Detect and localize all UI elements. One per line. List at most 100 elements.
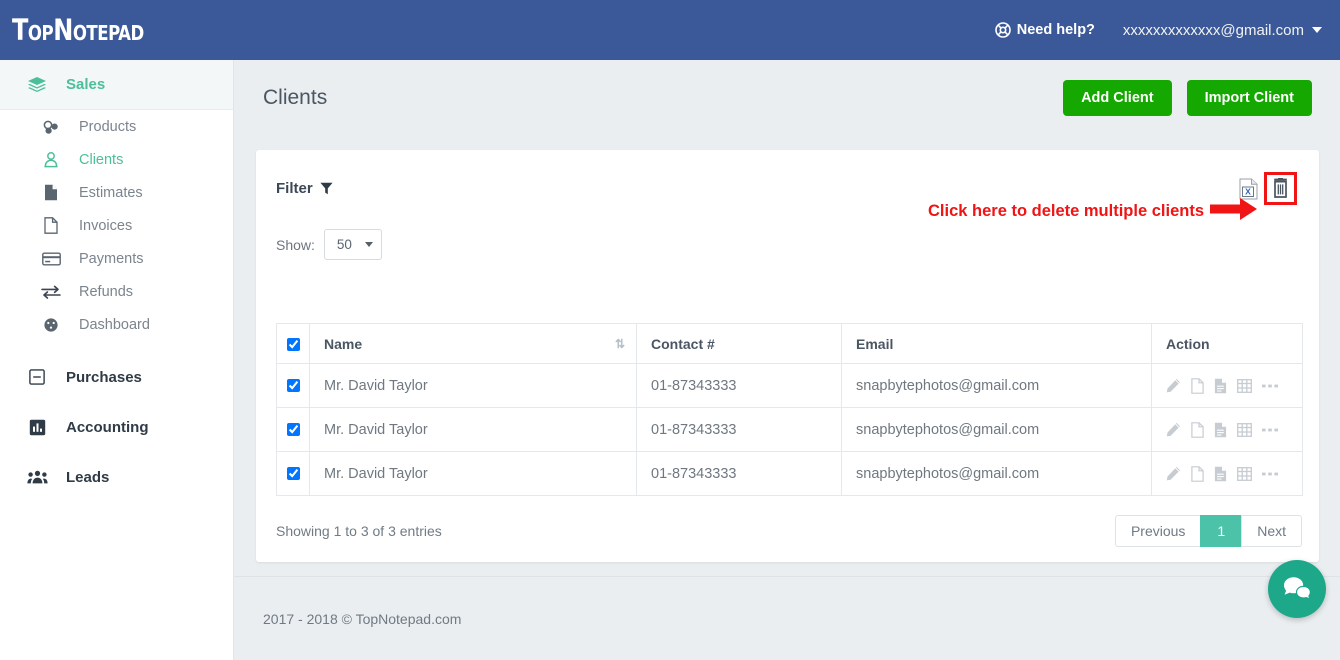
sidebar-item-label: Clients: [79, 152, 123, 168]
sidebar-section-label: Sales: [66, 76, 105, 93]
show-entries-select[interactable]: 50: [324, 229, 382, 260]
page-header: Clients Add Client Import Client: [234, 60, 1340, 135]
pagination: Previous 1 Next: [1115, 515, 1302, 547]
sidebar-section-label: Accounting: [66, 419, 149, 436]
clients-table: Name ⇅ Contact # Email Action: [276, 323, 1303, 496]
filter-label: Filter: [276, 180, 313, 197]
file-text-icon[interactable]: [1214, 422, 1227, 438]
add-client-button[interactable]: Add Client: [1063, 80, 1172, 116]
sidebar-section-sales[interactable]: Sales: [0, 60, 233, 110]
sidebar-item-refunds[interactable]: Refunds: [0, 275, 233, 308]
column-header-action: Action: [1152, 324, 1303, 364]
sidebar-item-dashboard[interactable]: Dashboard: [0, 308, 233, 341]
file-filled-icon: [40, 184, 62, 201]
ellipsis-icon[interactable]: [1262, 471, 1279, 477]
table-footer: Showing 1 to 3 of 3 entries Previous 1 N…: [276, 515, 1302, 547]
file-text-icon[interactable]: [1214, 378, 1227, 394]
sidebar-section-label: Leads: [66, 469, 109, 486]
file-outline-icon[interactable]: [1191, 422, 1204, 438]
cell-email: snapbytephotos@gmail.com: [842, 408, 1152, 452]
chat-widget-button[interactable]: [1268, 560, 1326, 618]
select-all-checkbox[interactable]: [287, 338, 300, 351]
pagination-previous[interactable]: Previous: [1115, 515, 1201, 547]
column-header-email[interactable]: Email: [842, 324, 1152, 364]
cell-email: snapbytephotos@gmail.com: [842, 364, 1152, 408]
edit-pencil-icon[interactable]: [1166, 378, 1181, 393]
cell-actions: [1152, 408, 1303, 452]
sidebar: Sales Products Clients: [0, 60, 234, 660]
row-checkbox[interactable]: [287, 467, 300, 480]
sidebar-item-label: Payments: [79, 251, 143, 267]
sidebar-section-label: Purchases: [66, 369, 142, 386]
sidebar-section-accounting[interactable]: Accounting: [0, 402, 233, 452]
row-select-cell: [277, 364, 310, 408]
table-body: Mr. David Taylor 01-87343333 snapbytepho…: [277, 364, 1303, 496]
file-outline-icon[interactable]: [1191, 466, 1204, 482]
ellipsis-icon[interactable]: [1262, 383, 1279, 389]
table-grid-icon[interactable]: [1237, 467, 1252, 481]
page-footer: 2017 - 2018 © TopNotepad.com: [234, 576, 1340, 660]
cell-contact: 01-87343333: [637, 364, 842, 408]
cell-contact: 01-87343333: [637, 452, 842, 496]
file-outline-icon[interactable]: [1191, 378, 1204, 394]
edit-pencil-icon[interactable]: [1166, 466, 1181, 481]
header-right-group: Need help? xxxxxxxxxxxxx@gmail.com: [995, 22, 1322, 39]
app-header: TopNotepad Need help? xxxxxxxxxxxxx@gmai…: [0, 0, 1340, 60]
row-select-cell: [277, 408, 310, 452]
excel-export-icon[interactable]: X: [1239, 178, 1258, 200]
sidebar-item-label: Invoices: [79, 218, 132, 234]
file-outline-icon: [40, 217, 62, 234]
pagination-next[interactable]: Next: [1241, 515, 1302, 547]
svg-text:X: X: [1245, 186, 1251, 196]
import-client-button[interactable]: Import Client: [1187, 80, 1312, 116]
sidebar-item-payments[interactable]: Payments: [0, 242, 233, 275]
sidebar-item-products[interactable]: Products: [0, 110, 233, 143]
file-text-icon[interactable]: [1214, 466, 1227, 482]
column-header-contact-label: Contact #: [651, 336, 715, 352]
bar-chart-icon: [26, 419, 48, 436]
filter-toggle[interactable]: Filter: [276, 172, 333, 205]
cell-contact: 01-87343333: [637, 408, 842, 452]
sidebar-item-clients[interactable]: Clients: [0, 143, 233, 176]
table-grid-icon[interactable]: [1237, 379, 1252, 393]
chevron-down-icon: [1312, 27, 1322, 33]
cell-email: snapbytephotos@gmail.com: [842, 452, 1152, 496]
sidebar-section-leads[interactable]: Leads: [0, 452, 233, 502]
delete-multiple-button[interactable]: [1264, 172, 1297, 205]
table-grid-icon[interactable]: [1237, 423, 1252, 437]
sidebar-section-purchases[interactable]: Purchases: [0, 352, 233, 402]
sort-updown-icon[interactable]: ⇅: [615, 337, 624, 351]
need-help-label: Need help?: [1017, 22, 1095, 38]
show-entries-control: Show: 50: [256, 205, 1319, 260]
cubes-icon: [40, 119, 62, 135]
column-header-action-label: Action: [1166, 336, 1210, 352]
need-help-button[interactable]: Need help?: [995, 22, 1095, 38]
pagination-page-1[interactable]: 1: [1200, 515, 1242, 547]
row-checkbox[interactable]: [287, 379, 300, 392]
chevron-down-icon: [365, 242, 373, 247]
entries-info: Showing 1 to 3 of 3 entries: [276, 523, 442, 539]
copyright-text: 2017 - 2018 © TopNotepad.com: [263, 611, 461, 627]
credit-card-icon: [40, 252, 62, 266]
table-row: Mr. David Taylor 01-87343333 snapbytepho…: [277, 452, 1303, 496]
cell-actions: [1152, 364, 1303, 408]
column-header-contact[interactable]: Contact #: [637, 324, 842, 364]
user-menu[interactable]: xxxxxxxxxxxxx@gmail.com: [1123, 22, 1322, 39]
page-title: Clients: [263, 86, 327, 110]
sidebar-item-label: Dashboard: [79, 317, 150, 333]
lifebuoy-icon: [995, 22, 1011, 38]
column-header-email-label: Email: [856, 336, 893, 352]
sidebar-item-invoices[interactable]: Invoices: [0, 209, 233, 242]
app-logo[interactable]: TopNotepad: [12, 13, 144, 47]
row-checkbox[interactable]: [287, 423, 300, 436]
table-row: Mr. David Taylor 01-87343333 snapbytepho…: [277, 408, 1303, 452]
table-header-row: Name ⇅ Contact # Email Action: [277, 324, 1303, 364]
sidebar-item-label: Products: [79, 119, 136, 135]
sidebar-item-label: Estimates: [79, 185, 143, 201]
chat-bubbles-icon: [1282, 576, 1312, 602]
sidebar-item-estimates[interactable]: Estimates: [0, 176, 233, 209]
column-header-name[interactable]: Name ⇅: [310, 324, 637, 364]
edit-pencil-icon[interactable]: [1166, 422, 1181, 437]
ellipsis-icon[interactable]: [1262, 427, 1279, 433]
cell-name: Mr. David Taylor: [310, 408, 637, 452]
